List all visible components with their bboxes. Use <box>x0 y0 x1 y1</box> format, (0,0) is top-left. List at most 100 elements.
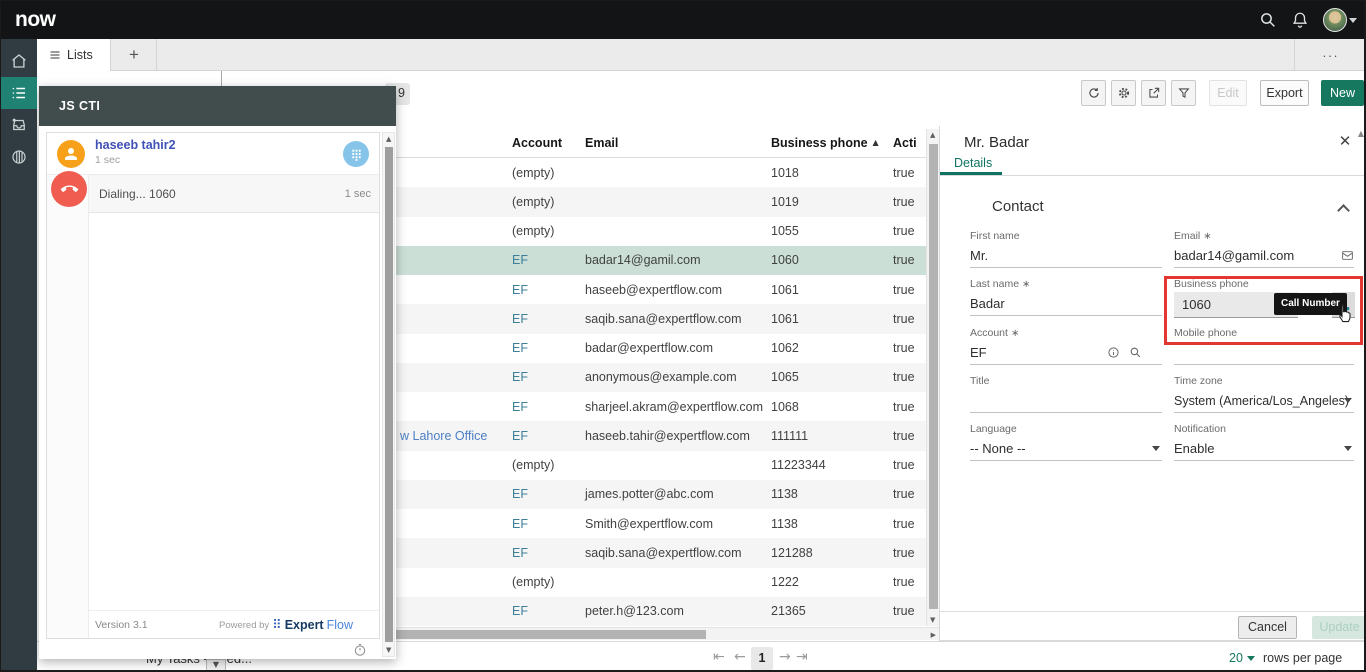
table-row[interactable]: EF saqib.sana@expertflow.com 1061 true <box>396 304 926 333</box>
scrollbar-thumb[interactable] <box>385 147 393 642</box>
page-size-select[interactable]: 20 <box>1229 651 1255 665</box>
sidebar-item-inbox[interactable] <box>1 109 37 141</box>
time-zone-field[interactable]: Time zone System (America/Los_Angeles) <box>1174 375 1354 413</box>
table-horizontal-scrollbar[interactable]: ▶ <box>396 627 939 640</box>
table-row[interactable]: EF james.potter@abc.com 1138 true <box>396 480 926 509</box>
cell-account[interactable]: EF <box>508 546 581 560</box>
cell-hidden-column[interactable]: w Lahore Office <box>396 429 508 443</box>
language-field[interactable]: Language -- None -- <box>970 423 1162 461</box>
my-tasks-dropdown[interactable]: ▼ <box>206 659 226 672</box>
last-page-icon[interactable]: ⇥ <box>796 649 808 665</box>
timer-clock-icon[interactable] <box>353 643 367 657</box>
settings-button[interactable] <box>1111 80 1136 106</box>
sidebar-item-home[interactable] <box>1 45 37 77</box>
cancel-button[interactable]: Cancel <box>1238 616 1297 639</box>
title-input[interactable] <box>970 389 1162 413</box>
table-row[interactable]: EF haseeb@expertflow.com 1061 true <box>396 275 926 304</box>
filter-button[interactable] <box>1171 80 1196 106</box>
table-row[interactable]: w Lahore Office EF haseeb.tahir@expertfl… <box>396 421 926 450</box>
next-page-icon[interactable]: → <box>779 649 791 665</box>
table-vertical-scrollbar[interactable]: ▲ ▼ <box>926 129 939 626</box>
cti-scrollbar[interactable]: ▲ ▼ <box>382 132 395 657</box>
cell-account[interactable]: (empty) <box>508 224 581 238</box>
table-row[interactable]: EF peter.h@123.com 21365 true <box>396 597 926 626</box>
table-row[interactable]: (empty) 1018 true <box>396 158 926 187</box>
email-input[interactable]: badar14@gamil.com <box>1174 244 1354 268</box>
scroll-right-icon[interactable]: ▶ <box>931 631 936 639</box>
tab-details[interactable]: Details <box>954 156 992 170</box>
time-zone-select[interactable]: System (America/Los_Angeles) <box>1174 389 1354 413</box>
tab-lists[interactable]: Lists <box>37 39 111 71</box>
refresh-button[interactable] <box>1081 80 1106 106</box>
table-row[interactable]: (empty) 1055 true <box>396 217 926 246</box>
scroll-down-icon[interactable]: ▼ <box>386 646 391 654</box>
email-field[interactable]: Email∗ badar14@gamil.com <box>1174 230 1354 268</box>
cell-account[interactable]: EF <box>508 487 581 501</box>
lookup-icon[interactable] <box>1129 346 1142 359</box>
last-name-field[interactable]: Last name∗ Badar <box>970 278 1162 316</box>
current-page[interactable]: 1 <box>751 647 773 670</box>
notification-select[interactable]: Enable <box>1174 437 1354 461</box>
share-button[interactable] <box>1141 80 1166 106</box>
scroll-up-icon[interactable]: ▲ <box>386 135 391 143</box>
sidebar-item-reports[interactable] <box>1 141 37 173</box>
account-field[interactable]: Account∗ EF <box>970 327 1162 365</box>
first-page-icon[interactable]: ⇤ <box>713 649 725 665</box>
update-button[interactable]: Update <box>1312 616 1366 639</box>
column-header-email[interactable]: Email <box>581 136 767 150</box>
column-header-active[interactable]: Acti <box>889 136 926 150</box>
cell-account[interactable]: (empty) <box>508 575 581 589</box>
agent-name[interactable]: haseeb tahir2 <box>95 138 176 152</box>
cell-account[interactable]: (empty) <box>508 195 581 209</box>
notification-field[interactable]: Notification Enable <box>1174 423 1354 461</box>
table-row[interactable]: EF sharjeel.akram@expertflow.com 1068 tr… <box>396 392 926 421</box>
scrollbar-thumb[interactable] <box>396 630 706 639</box>
language-select[interactable]: -- None -- <box>970 437 1162 461</box>
info-icon[interactable] <box>1107 346 1120 359</box>
new-button[interactable]: New <box>1321 80 1364 106</box>
column-header-business-phone[interactable]: Business phone▲ <box>767 136 889 150</box>
cell-account[interactable]: (empty) <box>508 166 581 180</box>
table-row[interactable]: (empty) 1019 true <box>396 187 926 216</box>
cell-account[interactable]: EF <box>508 341 581 355</box>
dialpad-button[interactable] <box>343 141 369 167</box>
scroll-up-icon[interactable]: ▲ <box>1358 129 1364 138</box>
cell-account[interactable]: EF <box>508 400 581 414</box>
cell-account[interactable]: EF <box>508 517 581 531</box>
cell-account[interactable]: EF <box>508 370 581 384</box>
first-name-input[interactable]: Mr. <box>970 244 1162 268</box>
scrollbar-thumb[interactable] <box>929 144 938 609</box>
collapse-chevron-icon[interactable] <box>1337 204 1350 217</box>
export-button[interactable]: Export <box>1260 80 1309 106</box>
scroll-up-icon[interactable]: ▲ <box>930 131 935 139</box>
title-field[interactable]: Title <box>970 375 1162 413</box>
mobile-phone-input[interactable] <box>1174 341 1354 365</box>
cell-account[interactable]: EF <box>508 604 581 618</box>
close-icon[interactable]: ✕ <box>1336 132 1354 150</box>
table-row[interactable]: EF Smith@expertflow.com 1138 true <box>396 509 926 538</box>
column-header-account[interactable]: Account <box>508 136 581 150</box>
table-row[interactable]: EF anonymous@example.com 1065 true <box>396 363 926 392</box>
hangup-button[interactable] <box>51 171 87 207</box>
account-input[interactable]: EF <box>970 341 1162 365</box>
cell-account[interactable]: EF <box>508 253 581 267</box>
add-tab-button[interactable]: + <box>112 39 157 71</box>
bell-icon[interactable] <box>1291 11 1309 29</box>
table-row[interactable]: EF badar@expertflow.com 1062 true <box>396 334 926 363</box>
cell-account[interactable]: EF <box>508 283 581 297</box>
cell-account[interactable]: EF <box>508 429 581 443</box>
avatar[interactable] <box>1323 8 1347 32</box>
table-row[interactable]: EF badar14@gamil.com 1060 true <box>396 246 926 275</box>
sidebar-item-lists[interactable] <box>1 77 37 109</box>
scroll-down-icon[interactable]: ▼ <box>930 616 935 624</box>
more-options-button[interactable]: ... <box>1309 45 1353 65</box>
edit-button[interactable]: Edit <box>1209 80 1247 106</box>
cell-account[interactable]: EF <box>508 312 581 326</box>
table-row[interactable]: (empty) 1222 true <box>396 568 926 597</box>
table-row[interactable]: (empty) 11223344 true <box>396 451 926 480</box>
mobile-phone-field[interactable]: Mobile phone <box>1174 327 1354 365</box>
table-row[interactable]: EF saqib.sana@expertflow.com 121288 true <box>396 538 926 567</box>
last-name-input[interactable]: Badar <box>970 292 1162 316</box>
cell-account[interactable]: (empty) <box>508 458 581 472</box>
search-icon[interactable] <box>1259 11 1277 29</box>
